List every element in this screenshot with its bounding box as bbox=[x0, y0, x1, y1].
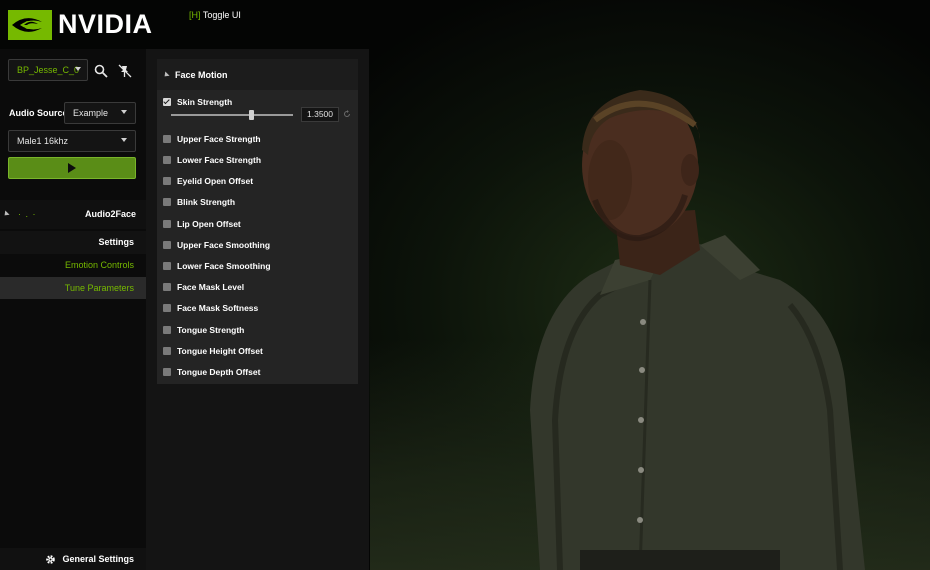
nav-item-label: Emotion Controls bbox=[64, 260, 134, 270]
pin-off-icon bbox=[118, 64, 132, 78]
param-label: Upper Face Smoothing bbox=[177, 240, 271, 250]
checkbox[interactable] bbox=[163, 156, 171, 164]
blueprint-dropdown[interactable]: BP_Jesse_C_0 bbox=[8, 59, 88, 81]
audio-clip-value: Male1 16khz bbox=[17, 136, 69, 146]
general-settings-button[interactable]: General Settings bbox=[0, 548, 146, 570]
param-lower-face-strength: Lower Face Strength bbox=[163, 152, 353, 168]
search-icon bbox=[94, 64, 108, 78]
param-upper-face-strength: Upper Face Strength bbox=[163, 131, 353, 147]
param-tongue-strength: Tongue Strength bbox=[163, 322, 353, 338]
play-button[interactable] bbox=[8, 157, 136, 179]
chevron-down-icon bbox=[121, 138, 127, 142]
param-label: Tongue Depth Offset bbox=[177, 367, 261, 377]
param-upper-face-smoothing: Upper Face Smoothing bbox=[163, 237, 353, 253]
checkbox[interactable] bbox=[163, 220, 171, 228]
nav-item-emotion-controls[interactable]: Emotion Controls bbox=[0, 254, 146, 276]
section-dots-icon: · . · bbox=[18, 209, 37, 219]
skin-strength-slider-row: 1.3500 bbox=[171, 107, 355, 123]
slider-thumb[interactable] bbox=[249, 110, 254, 120]
checkbox[interactable] bbox=[163, 98, 171, 106]
reset-icon[interactable] bbox=[343, 110, 351, 118]
param-tongue-height-offset: Tongue Height Offset bbox=[163, 343, 353, 359]
pin-button[interactable] bbox=[116, 62, 134, 80]
nav-item-label: Tune Parameters bbox=[64, 283, 134, 293]
nvidia-eye-icon bbox=[8, 9, 52, 40]
gear-icon bbox=[46, 554, 56, 564]
settings-header: Settings bbox=[0, 231, 146, 254]
checkbox[interactable] bbox=[163, 262, 171, 270]
character-avatar bbox=[530, 90, 865, 570]
skin-strength-value-field[interactable]: 1.3500 bbox=[301, 107, 339, 122]
toggle-ui-label: Toggle UI bbox=[202, 10, 241, 20]
blueprint-dropdown-value: BP_Jesse_C_0 bbox=[17, 65, 80, 75]
audio-source-value: Example bbox=[73, 108, 109, 118]
checkbox[interactable] bbox=[163, 368, 171, 376]
nvidia-logo: NVIDIA bbox=[8, 9, 153, 40]
checkbox[interactable] bbox=[163, 347, 171, 355]
param-label: Face Mask Softness bbox=[177, 303, 259, 313]
param-label: Skin Strength bbox=[177, 97, 233, 107]
checkbox[interactable] bbox=[163, 241, 171, 249]
logo-text: NVIDIA bbox=[58, 9, 153, 39]
audio2face-section-header[interactable]: · . · Audio2Face bbox=[0, 200, 146, 229]
face-motion-panel: Face Motion Skin Strength 1.3500 Upper F… bbox=[157, 59, 358, 384]
search-button[interactable] bbox=[92, 62, 110, 80]
audio-source-label: Audio Source bbox=[9, 108, 68, 118]
checkbox[interactable] bbox=[163, 326, 171, 334]
play-icon bbox=[68, 163, 76, 173]
param-face-mask-level: Face Mask Level bbox=[163, 279, 353, 295]
face-motion-title: Face Motion bbox=[175, 70, 228, 80]
param-blink-strength: Blink Strength bbox=[163, 194, 353, 210]
face-motion-header[interactable]: Face Motion bbox=[157, 59, 358, 90]
checkbox[interactable] bbox=[163, 283, 171, 291]
collapse-arrow-icon bbox=[162, 71, 170, 79]
checkbox[interactable] bbox=[163, 198, 171, 206]
general-settings-label: General Settings bbox=[62, 554, 134, 564]
param-lip-open-offset: Lip Open Offset bbox=[163, 216, 353, 232]
settings-label: Settings bbox=[98, 237, 134, 247]
param-label: Eyelid Open Offset bbox=[177, 176, 254, 186]
param-label: Lower Face Strength bbox=[177, 155, 262, 165]
audio2face-title: Audio2Face bbox=[84, 209, 136, 219]
nav-item-tune-parameters[interactable]: Tune Parameters bbox=[0, 277, 146, 299]
audio-clip-dropdown[interactable]: Male1 16khz bbox=[8, 130, 136, 152]
param-label: Tongue Strength bbox=[177, 325, 245, 335]
param-label: Lower Face Smoothing bbox=[177, 261, 271, 271]
param-lower-face-smoothing: Lower Face Smoothing bbox=[163, 258, 353, 274]
toggle-ui-key: [H] bbox=[189, 10, 201, 20]
slider-track[interactable] bbox=[171, 114, 293, 116]
param-label: Upper Face Strength bbox=[177, 134, 261, 144]
param-label: Blink Strength bbox=[177, 197, 236, 207]
sidebar bbox=[0, 49, 146, 570]
param-eyelid-open-offset: Eyelid Open Offset bbox=[163, 173, 353, 189]
audio-source-dropdown[interactable]: Example bbox=[64, 102, 136, 124]
param-label: Tongue Height Offset bbox=[177, 346, 263, 356]
chevron-down-icon bbox=[75, 67, 81, 71]
param-label: Lip Open Offset bbox=[177, 219, 241, 229]
checkbox[interactable] bbox=[163, 135, 171, 143]
param-label: Face Mask Level bbox=[177, 282, 245, 292]
checkbox[interactable] bbox=[163, 177, 171, 185]
checkbox[interactable] bbox=[163, 304, 171, 312]
chevron-down-icon bbox=[121, 110, 127, 114]
toggle-ui-hint[interactable]: [H] Toggle UI bbox=[189, 10, 241, 20]
param-face-mask-softness: Face Mask Softness bbox=[163, 300, 353, 316]
param-tongue-depth-offset: Tongue Depth Offset bbox=[163, 364, 353, 380]
collapse-arrow-icon bbox=[2, 210, 10, 218]
